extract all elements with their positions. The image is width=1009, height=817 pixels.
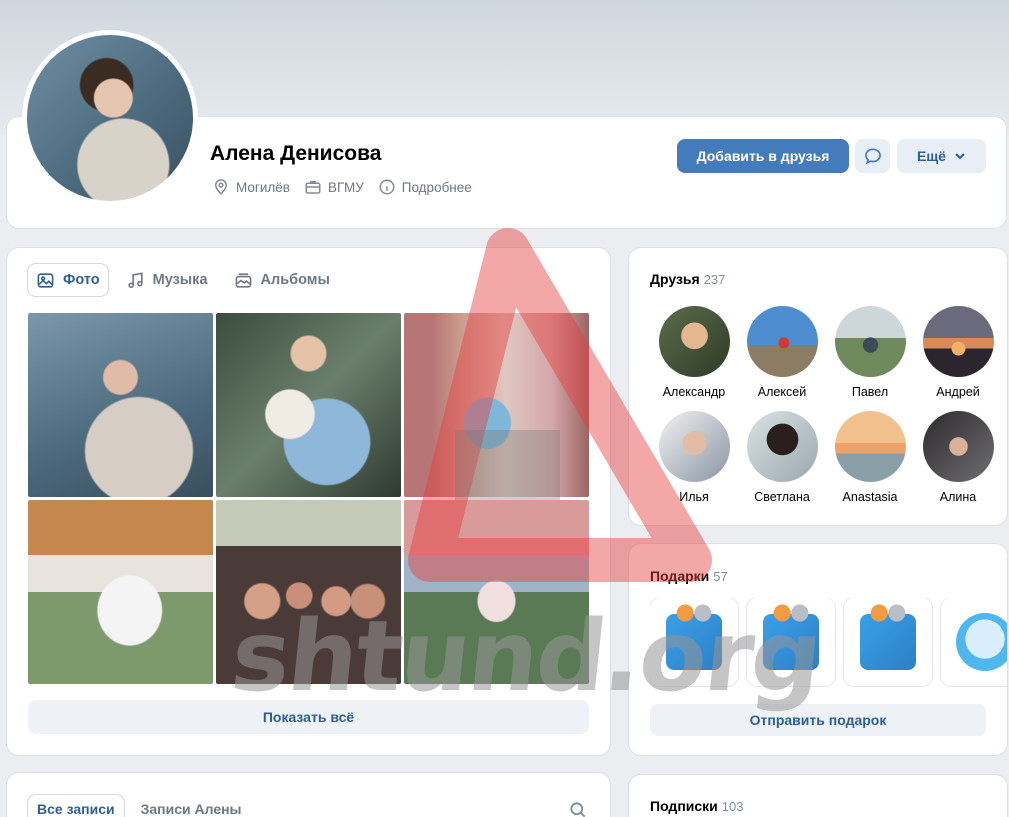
photo-thumbnail[interactable] [28, 313, 213, 497]
avatar-photo [27, 35, 193, 201]
search-icon[interactable] [568, 800, 588, 817]
friend-item[interactable]: Илья [650, 411, 738, 504]
gift-box-icon [860, 600, 916, 670]
friend-item[interactable]: Павел [826, 306, 914, 399]
photo-thumbnail[interactable] [216, 313, 401, 497]
gifts-row [650, 598, 1007, 688]
subscriptions-title[interactable]: Подписки 103 [650, 798, 743, 814]
wall-tabs: Все записи Записи Алены [28, 795, 251, 817]
tab-music[interactable]: Музыка [118, 264, 216, 296]
photo-grid [28, 313, 589, 686]
send-gift-button[interactable]: Отправить подарок [650, 704, 986, 736]
friend-avatar [658, 411, 730, 482]
profile-university: ВГМУ [304, 178, 364, 196]
friend-avatar [922, 306, 994, 377]
friend-avatar [746, 306, 818, 377]
friend-avatar [746, 411, 818, 482]
gift-item[interactable] [844, 598, 932, 686]
albums-icon [235, 272, 251, 288]
photo-thumbnail[interactable] [404, 313, 589, 497]
photo-icon [37, 272, 54, 288]
briefcase-icon [305, 181, 321, 194]
message-icon [864, 148, 881, 165]
gift-item[interactable] [650, 598, 738, 686]
location-pin-icon [214, 179, 228, 195]
friend-avatar [834, 411, 906, 482]
friend-avatar [922, 411, 994, 482]
profile-name: Алена Денисова [210, 142, 382, 165]
friend-item[interactable]: Светлана [738, 411, 826, 504]
tab-all-posts[interactable]: Все записи [28, 795, 124, 817]
photo-thumbnail[interactable] [216, 500, 401, 684]
friend-item[interactable]: Anastasia [826, 411, 914, 504]
friend-item[interactable]: Алина [914, 411, 1002, 504]
tab-photos[interactable]: Фото [28, 264, 108, 296]
tab-albums[interactable]: Альбомы [226, 264, 338, 296]
chevron-down-icon [955, 153, 965, 160]
gift-item[interactable] [941, 598, 1007, 686]
friend-item[interactable]: Андрей [914, 306, 1002, 399]
photo-thumbnail[interactable] [28, 500, 213, 684]
photo-thumbnail[interactable] [404, 500, 589, 684]
info-icon [379, 179, 395, 195]
friend-item[interactable]: Алексей [738, 306, 826, 399]
media-tabs: Фото Музыка Альбомы [28, 264, 338, 296]
friend-avatar [658, 306, 730, 377]
gift-box-icon [763, 600, 819, 670]
gift-box-icon [666, 600, 722, 670]
friend-avatar [834, 306, 906, 377]
friends-grid: Александр Алексей Павел Андрей Илья Свет… [650, 306, 994, 504]
gift-item[interactable] [747, 598, 835, 686]
friend-item[interactable]: Александр [650, 306, 738, 399]
more-button[interactable]: Ещё [897, 139, 986, 173]
polar-bear-icon [956, 613, 1007, 671]
gifts-title[interactable]: Подарки 57 [650, 568, 728, 584]
music-icon [128, 271, 143, 288]
message-button[interactable] [855, 139, 890, 173]
add-friend-button[interactable]: Добавить в друзья [677, 139, 849, 173]
show-all-photos-button[interactable]: Показать всё [28, 700, 589, 734]
tab-own-posts[interactable]: Записи Алены [132, 795, 251, 817]
friends-title[interactable]: Друзья 237 [650, 271, 725, 287]
profile-avatar[interactable] [22, 30, 198, 206]
profile-city: Могилёв [212, 178, 290, 196]
profile-meta: Могилёв ВГМУ Подробнее [212, 178, 472, 196]
profile-details-link[interactable]: Подробнее [378, 178, 472, 196]
